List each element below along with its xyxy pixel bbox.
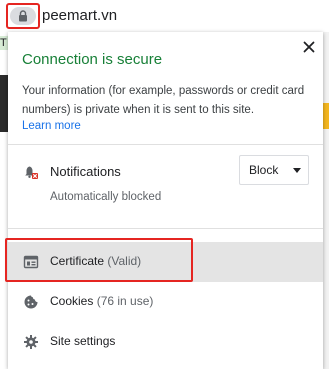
- site-settings-label: Site settings: [50, 334, 116, 348]
- popup-description: Your information (for example, passwords…: [22, 85, 305, 116]
- chevron-down-icon: [293, 168, 301, 173]
- site-settings-row[interactable]: Site settings: [8, 322, 323, 362]
- page-right-fragment: [323, 32, 329, 369]
- divider: [8, 228, 323, 229]
- close-button[interactable]: [300, 38, 318, 56]
- notifications-label: Notifications: [50, 164, 121, 179]
- lock-icon: [19, 10, 27, 22]
- certificate-icon: [23, 255, 39, 269]
- notifications-sublabel: Automatically blocked: [50, 191, 162, 203]
- site-info-popup: Connection is secure Your information (f…: [8, 32, 323, 369]
- bell-blocked-icon: [25, 166, 38, 179]
- learn-more-link[interactable]: Learn more: [22, 120, 81, 132]
- site-info-button[interactable]: [6, 3, 40, 29]
- cookies-count: (76 in use): [96, 294, 154, 308]
- certificate-status: (Valid): [107, 254, 142, 268]
- divider: [8, 144, 323, 145]
- close-icon: [303, 41, 315, 53]
- page-dark-fragment: [0, 75, 8, 132]
- certificate-label: Certificate (Valid): [50, 254, 141, 268]
- notifications-select-value: Block: [249, 163, 279, 177]
- notifications-select[interactable]: Block: [239, 155, 309, 185]
- address-bar: peemart.vn: [0, 0, 329, 32]
- cookies-label: Cookies (76 in use): [50, 294, 153, 308]
- cookies-label-text: Cookies: [50, 294, 94, 308]
- lock-icon-wrapper: [10, 7, 36, 25]
- certificate-label-text: Certificate: [50, 254, 105, 268]
- cookie-icon: [24, 295, 38, 309]
- popup-title: Connection is secure: [22, 51, 163, 68]
- page-yellow-fragment: [323, 103, 329, 129]
- certificate-row[interactable]: Certificate (Valid): [8, 242, 323, 282]
- url-text[interactable]: peemart.vn: [42, 7, 117, 24]
- cookies-row[interactable]: Cookies (76 in use): [8, 282, 323, 322]
- gear-icon: [24, 335, 38, 349]
